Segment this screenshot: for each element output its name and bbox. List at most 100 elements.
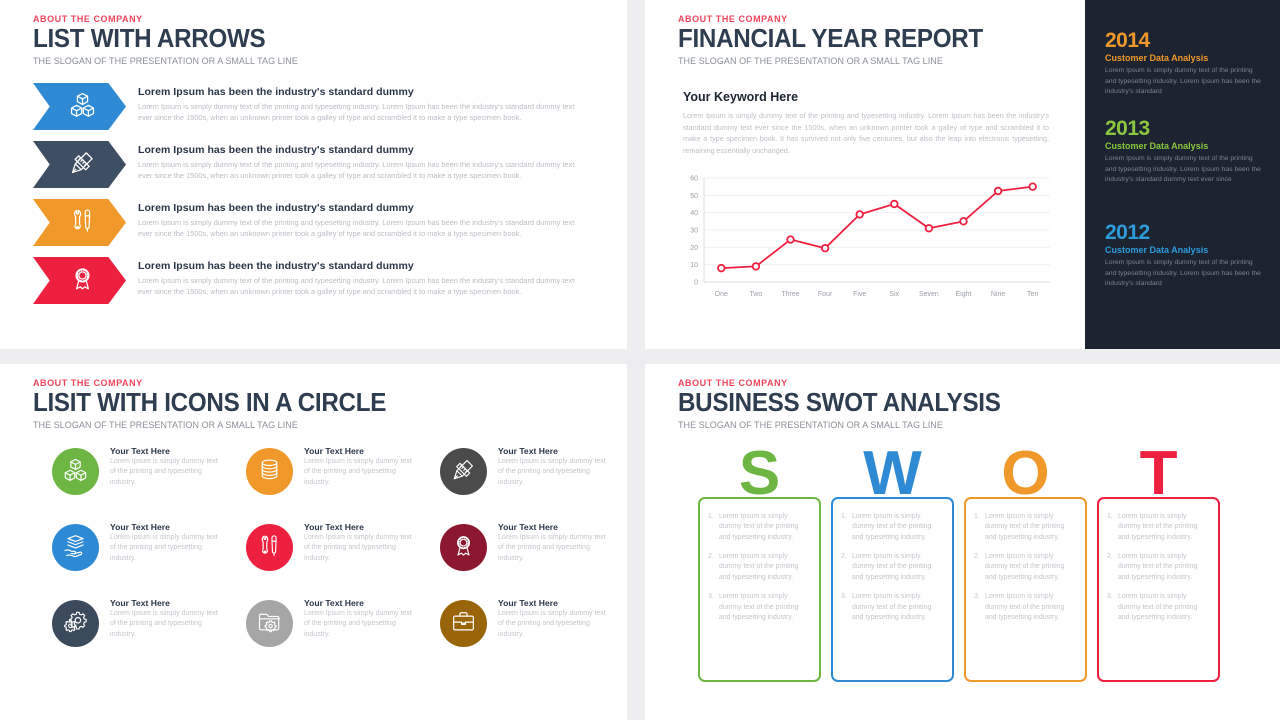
arrow-item-heading: Lorem Ipsum has been the industry's stan… [138, 144, 414, 156]
icon-item-text: Your Text Here Lorem Ipsum is simply dum… [99, 522, 219, 564]
swot-item-text: Lorem Ipsum is simply dummy text of the … [985, 513, 1065, 541]
swot-list-item: 1. Lorem Ipsum is simply dummy text of t… [841, 512, 942, 543]
timeline-body: Lorem Ipsum is simply dummy text of the … [1105, 259, 1261, 288]
swot-item-number: 2. [708, 553, 714, 561]
swot-item-number: 2. [974, 553, 980, 561]
keyword-heading: Your Keyword Here [683, 90, 799, 104]
arrow-item-body: Lorem Ipsum is simply dummy text of the … [138, 276, 575, 297]
svg-text:10: 10 [690, 262, 698, 269]
swot-box[interactable]: 1. Lorem Ipsum is simply dummy text of t… [698, 497, 821, 682]
swot-item-number: 1. [708, 513, 714, 520]
line-chart: 0 10 20 30 40 50 60 One Two Three Four Five Six Seven… [678, 170, 1060, 310]
arrow-item-text: Lorem Ipsum has been the industry's stan… [126, 141, 590, 181]
timeline-year-block: 2014 Customer Data Analysis Lorem Ipsum … [1105, 30, 1265, 98]
svg-text:Four: Four [818, 291, 833, 298]
icon-item-text: Your Text Here Lorem Ipsum is simply dum… [293, 446, 413, 488]
icon-list-item[interactable]: Your Text Here Lorem Ipsum is simply dum… [440, 522, 627, 571]
svg-text:30: 30 [690, 228, 698, 235]
award-ribbon-icon [64, 265, 96, 297]
icon-list-item[interactable]: Your Text Here Lorem Ipsum is simply dum… [246, 598, 440, 647]
panel-list-with-arrows: ABOUT THE COMPANY LIST WITH ARROWS THE S… [0, 0, 627, 349]
icon-item-heading: Your Text Here [110, 522, 170, 532]
swot-list-item: 3. Lorem Ipsum is simply dummy text of t… [841, 592, 942, 623]
gears-icon [63, 609, 88, 639]
svg-text:0: 0 [694, 280, 698, 287]
svg-text:60: 60 [690, 176, 698, 183]
svg-text:40: 40 [690, 210, 698, 217]
icon-circle [440, 600, 487, 647]
timeline-year: 2014 [1105, 29, 1150, 52]
icon-list-item[interactable]: Your Text Here Lorem Ipsum is simply dum… [52, 522, 246, 571]
icon-list-item[interactable]: Your Text Here Lorem Ipsum is simply dum… [440, 598, 627, 647]
icon-item-body: Lorem Ipsum is simply dummy text of the … [498, 534, 606, 562]
panel-list-with-icons-in-a-circle: ABOUT THE COMPANY LISIT WITH ICONS IN A … [0, 364, 627, 720]
swot-item-text: Lorem Ipsum is simply dummy text of the … [719, 553, 799, 581]
wrench-screwdriver-icon [64, 207, 96, 239]
swot-list-item: 2. Lorem Ipsum is simply dummy text of t… [708, 552, 809, 583]
briefcase-icon [451, 609, 476, 639]
icon-item-heading: Your Text Here [498, 522, 558, 532]
panel-business-swot-analysis: ABOUT THE COMPANY BUSINESS SWOT ANALYSIS… [645, 364, 1280, 720]
swot-letter: S [738, 439, 781, 508]
swot-item-number: 1. [974, 513, 980, 520]
swot-item-number: 1. [1107, 513, 1113, 520]
swot-box[interactable]: 1. Lorem Ipsum is simply dummy text of t… [831, 497, 954, 682]
arrow-list: Lorem Ipsum has been the industry's stan… [33, 83, 595, 315]
icon-circle [246, 524, 293, 571]
cubes-icon [64, 91, 96, 123]
arrow-list-item[interactable]: Lorem Ipsum has been the industry's stan… [33, 83, 595, 141]
arrow-banner [33, 83, 126, 130]
icon-circle [246, 600, 293, 647]
database-coins-icon [257, 457, 282, 487]
swot-item-number: 2. [1107, 553, 1113, 561]
arrow-item-text: Lorem Ipsum has been the industry's stan… [126, 83, 590, 123]
arrow-list-item[interactable]: Lorem Ipsum has been the industry's stan… [33, 257, 595, 315]
icon-item-heading: Your Text Here [110, 598, 170, 608]
icon-list-item[interactable]: Your Text Here Lorem Ipsum is simply dum… [440, 446, 627, 495]
icon-grid: Your Text Here Lorem Ipsum is simply dum… [52, 446, 627, 647]
swot-list-item: 1. Lorem Ipsum is simply dummy text of t… [1107, 512, 1208, 543]
timeline-body: Lorem Ipsum is simply dummy text of the … [1105, 67, 1261, 96]
icon-item-body: Lorem Ipsum is simply dummy text of the … [304, 458, 412, 486]
icon-list-item[interactable]: Your Text Here Lorem Ipsum is simply dum… [246, 522, 440, 571]
timeline-year: 2012 [1105, 221, 1150, 244]
arrow-banner [33, 257, 126, 304]
timeline-subtitle: Customer Data Analysis [1105, 53, 1209, 63]
swot-list-item: 2. Lorem Ipsum is simply dummy text of t… [1107, 552, 1208, 583]
swot-item-text: Lorem Ipsum is simply dummy text of the … [852, 593, 932, 621]
swot-list-item: 1. Lorem Ipsum is simply dummy text of t… [708, 512, 809, 543]
slogan-label: THE SLOGAN OF THE PRESENTATION OR A SMAL… [33, 56, 298, 67]
icon-item-body: Lorem Ipsum is simply dummy text of the … [498, 458, 606, 486]
swot-box[interactable]: 1. Lorem Ipsum is simply dummy text of t… [1097, 497, 1220, 682]
icon-circle [440, 448, 487, 495]
pencil-ruler-icon [451, 457, 476, 487]
swot-item-text: Lorem Ipsum is simply dummy text of the … [985, 593, 1065, 621]
timeline-sidebar: 2014 Customer Data Analysis Lorem Ipsum … [1085, 0, 1280, 349]
icon-circle [440, 524, 487, 571]
swot-list-item: 3. Lorem Ipsum is simply dummy text of t… [974, 592, 1075, 623]
icon-list-item[interactable]: Your Text Here Lorem Ipsum is simply dum… [246, 446, 440, 495]
svg-text:50: 50 [690, 193, 698, 200]
panel-header: ABOUT THE COMPANY LIST WITH ARROWS THE S… [33, 14, 298, 66]
icon-item-heading: Your Text Here [304, 522, 364, 532]
wrench-screwdriver-icon [257, 533, 282, 563]
arrow-item-heading: Lorem Ipsum has been the industry's stan… [138, 86, 414, 98]
icon-circle [52, 600, 99, 647]
arrow-list-item[interactable]: Lorem Ipsum has been the industry's stan… [33, 199, 595, 257]
icon-item-heading: Your Text Here [304, 446, 364, 456]
swot-item-number: 2. [841, 553, 847, 561]
swot-item-text: Lorem Ipsum is simply dummy text of the … [719, 513, 799, 541]
arrow-item-body: Lorem Ipsum is simply dummy text of the … [138, 102, 575, 123]
icon-list-item[interactable]: Your Text Here Lorem Ipsum is simply dum… [52, 446, 246, 495]
arrow-list-item[interactable]: Lorem Ipsum has been the industry's stan… [33, 141, 595, 199]
swot-item-text: Lorem Ipsum is simply dummy text of the … [985, 553, 1065, 581]
icon-item-text: Your Text Here Lorem Ipsum is simply dum… [487, 446, 607, 488]
svg-text:Eight: Eight [956, 291, 972, 298]
swot-item-number: 3. [841, 593, 847, 601]
arrow-item-text: Lorem Ipsum has been the industry's stan… [126, 257, 590, 297]
swot-box[interactable]: 1. Lorem Ipsum is simply dummy text of t… [964, 497, 1087, 682]
award-ribbon-icon [451, 533, 476, 563]
body-paragraph: Lorem Ipsum is simply dummy text of the … [683, 111, 1049, 155]
icon-item-body: Lorem Ipsum is simply dummy text of the … [498, 610, 606, 638]
icon-list-item[interactable]: Your Text Here Lorem Ipsum is simply dum… [52, 598, 246, 647]
